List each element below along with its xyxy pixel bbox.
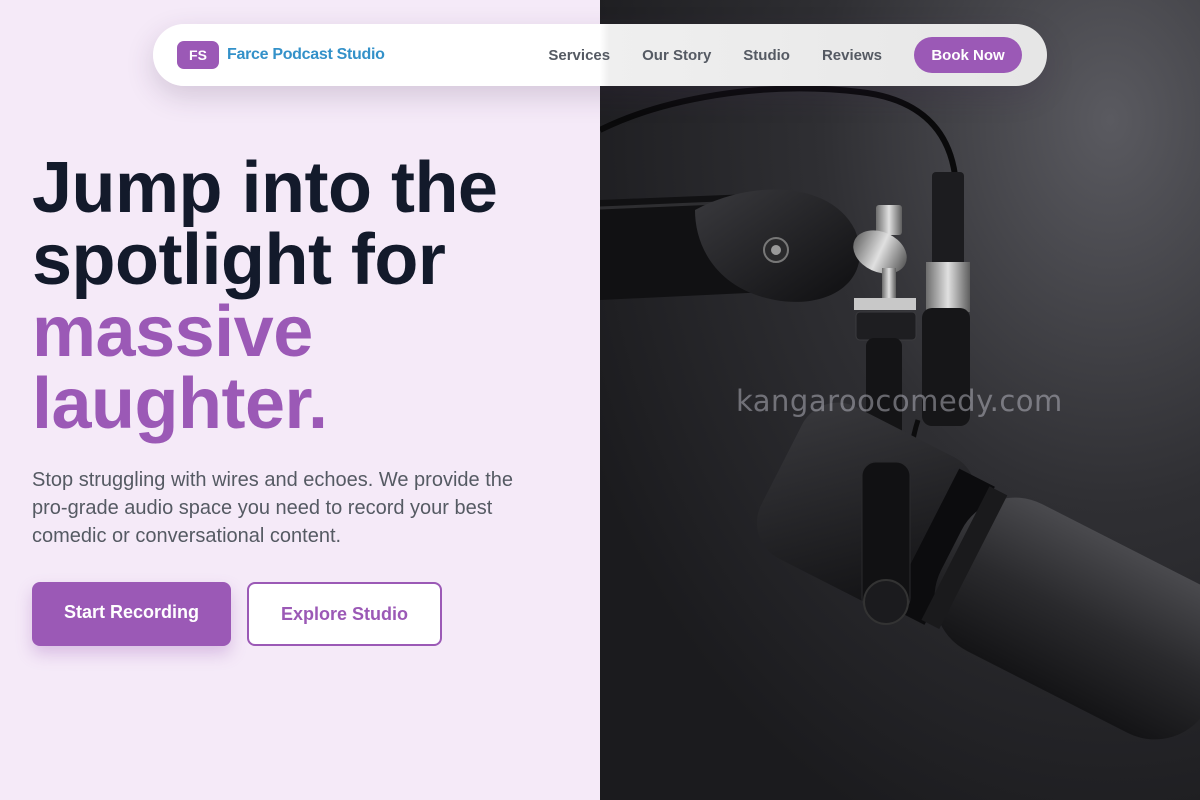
start-recording-button[interactable]: Start Recording <box>32 582 231 646</box>
nav-link-our-story[interactable]: Our Story <box>642 47 711 64</box>
headline-line-2: spotlight for <box>32 220 446 300</box>
explore-studio-button[interactable]: Explore Studio <box>247 582 442 646</box>
headline-line-1: Jump into the <box>32 148 498 228</box>
brand-name[interactable]: Farce Podcast Studio <box>227 46 385 64</box>
nav-link-services[interactable]: Services <box>548 47 610 64</box>
book-now-button[interactable]: Book Now <box>914 37 1022 73</box>
top-navbar: FS Farce Podcast Studio Services Our Sto… <box>153 24 1047 86</box>
hero-subtext: Stop struggling with wires and echoes. W… <box>32 469 514 547</box>
nav-link-studio[interactable]: Studio <box>743 47 790 64</box>
nav-links: Services Our Story Studio Reviews Book N… <box>548 37 1023 73</box>
nav-link-reviews[interactable]: Reviews <box>822 47 882 64</box>
watermark-text: kangaroocomedy.com <box>736 384 1063 418</box>
logo-badge[interactable]: FS <box>177 41 219 69</box>
hero-headline: Jump into the spotlight for massive laug… <box>32 148 498 444</box>
headline-accent-1: massive <box>32 292 313 372</box>
headline-accent-2: laughter. <box>32 364 328 444</box>
